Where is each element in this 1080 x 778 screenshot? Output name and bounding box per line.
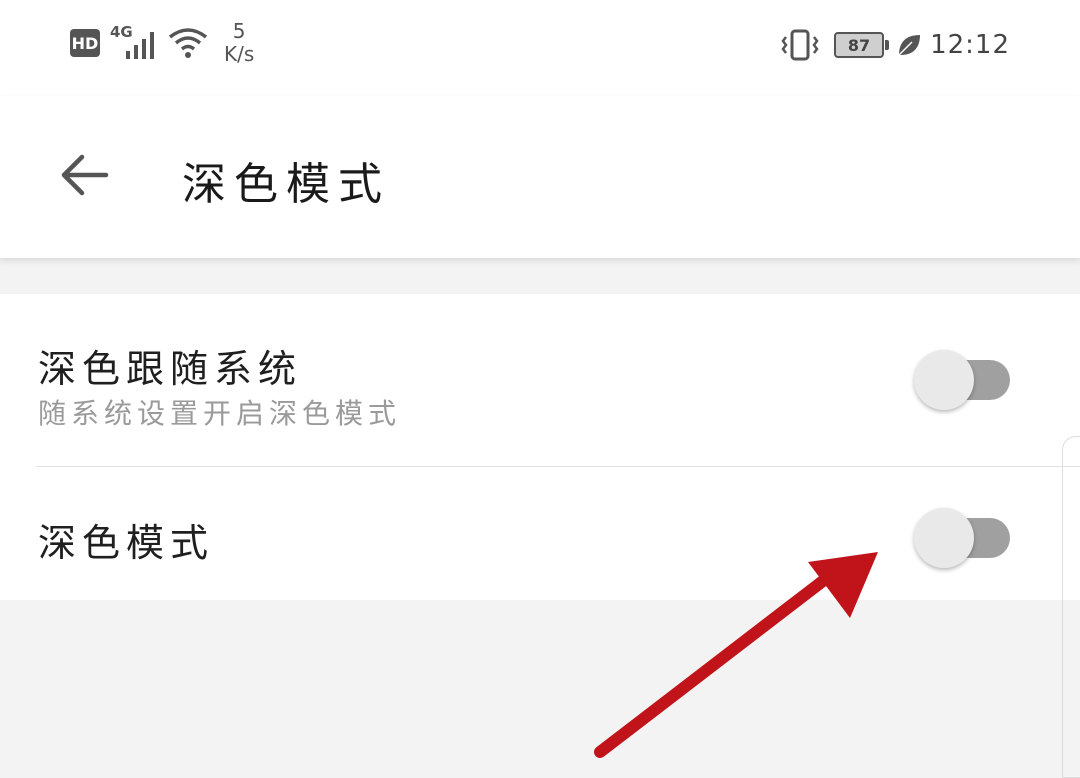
speed-value: 5	[232, 19, 246, 43]
clock: 12:12	[930, 30, 1010, 60]
setting-subtitle: 随系统设置开启深色模式	[38, 397, 402, 430]
page-title: 深色模式	[182, 159, 390, 210]
signal-icon	[126, 32, 154, 59]
setting-follow-system[interactable]: 深色跟随系统 随系统设置开启深色模式	[0, 294, 1080, 466]
setting-dark-mode[interactable]: 深色模式	[0, 466, 1080, 600]
speed-unit: K/s	[224, 42, 255, 66]
app-bar: 深色模式	[0, 96, 1080, 258]
vibrate-icon	[781, 29, 819, 61]
cellular-signal: 4G	[110, 23, 162, 63]
arrow-left-icon	[61, 154, 109, 196]
network-speed: 5 K/s	[224, 20, 254, 66]
hd-badge: HD	[70, 29, 100, 57]
toggle-thumb	[914, 350, 974, 410]
status-left: HD 4G 5 K/s	[70, 18, 254, 68]
dark-mode-toggle[interactable]	[914, 508, 1010, 568]
settings-card: 深色跟随系统 随系统设置开启深色模式 深色模式	[0, 294, 1080, 600]
setting-title: 深色跟随系统	[38, 347, 303, 391]
back-button[interactable]	[52, 146, 116, 204]
follow-system-toggle[interactable]	[914, 350, 1010, 410]
setting-title: 深色模式	[38, 521, 215, 565]
side-panel-edge	[1062, 436, 1080, 778]
status-right: 87 12:12	[780, 24, 1010, 66]
battery-icon: 87	[834, 32, 890, 58]
battery-level: 87	[847, 35, 871, 55]
wifi-icon	[168, 28, 208, 58]
toggle-thumb	[914, 508, 974, 568]
leaf-icon	[898, 35, 921, 56]
status-bar: HD 4G 5 K/s 87 12:12	[0, 0, 1080, 96]
